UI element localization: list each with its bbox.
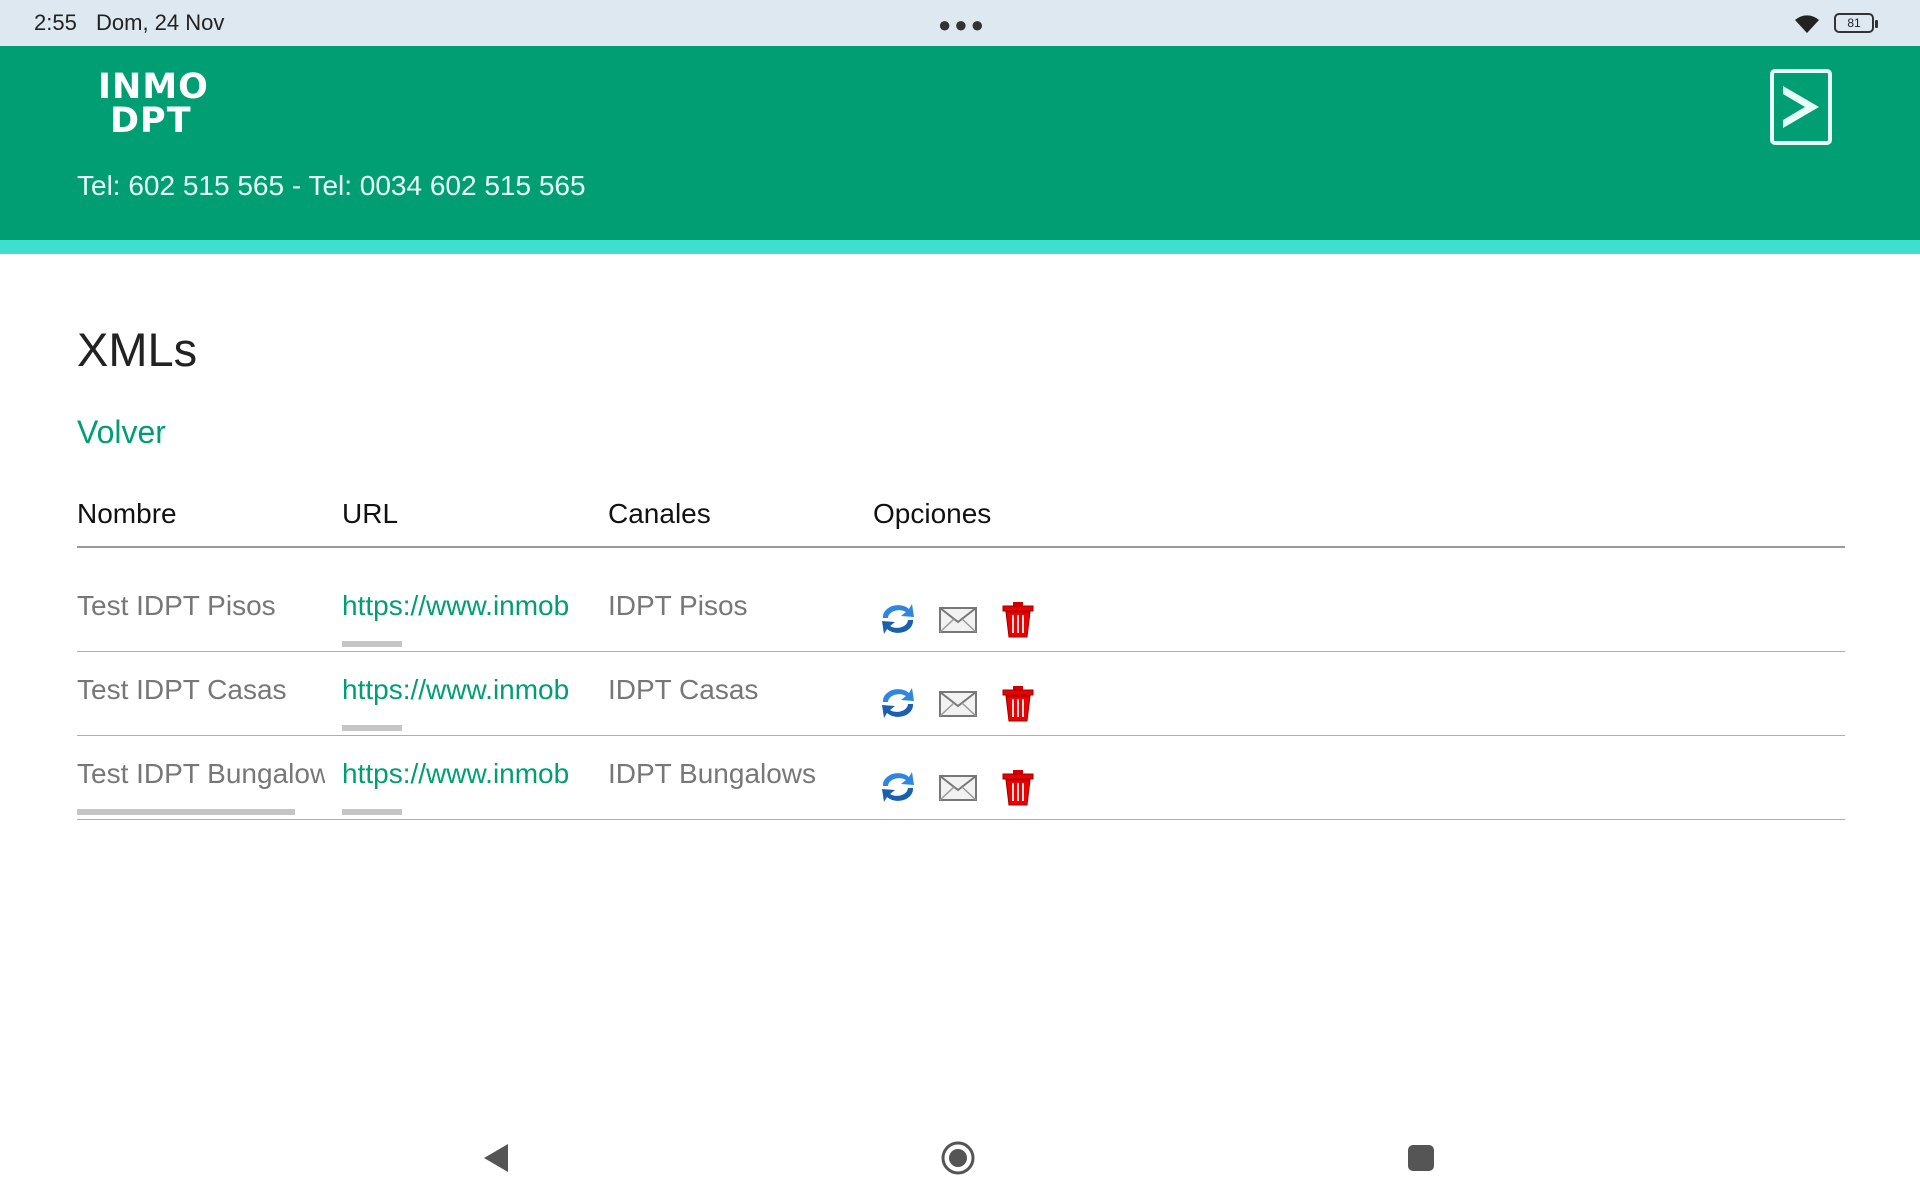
table-row: Test IDPT Casas https://www.inmob IDPT C… [77,652,1845,736]
row-name: Test IDPT Casas [77,674,287,705]
refresh-icon[interactable] [877,598,919,640]
mail-icon[interactable] [937,766,979,808]
trash-icon[interactable] [997,682,1039,724]
status-bar: 2:55 Dom, 24 Nov ●●● 81 [0,0,1920,46]
column-header-channels: Canales [608,498,711,529]
status-time: 2:55 [34,10,77,35]
text-selection-marker [342,809,402,815]
nav-back-icon[interactable] [482,1142,510,1174]
row-options [877,766,1039,808]
text-selection-marker [77,809,295,815]
logout-icon[interactable] [1769,68,1833,146]
header-stripe [0,240,1920,254]
refresh-icon[interactable] [877,766,919,808]
column-header-name: Nombre [77,498,177,529]
more-dots-icon[interactable]: ●●● [938,12,987,38]
row-channel: IDPT Casas [608,674,759,705]
nav-recent-apps-icon[interactable] [1408,1145,1434,1171]
row-name: Test IDPT Pisos [77,590,276,621]
row-options [877,598,1039,640]
row-options [877,682,1039,724]
nav-home-icon[interactable] [940,1140,976,1176]
mail-icon[interactable] [937,682,979,724]
battery-icon: 81 [1834,13,1878,33]
column-header-url: URL [342,498,399,529]
phone-numbers: Tel: 602 515 565 - Tel: 0034 602 515 565 [77,170,586,201]
table-row: Test IDPT Pisos https://www.inmob IDPT P… [77,568,1845,652]
table-row: Test IDPT Bungalow https://www.inmob IDP… [77,736,1845,820]
row-url-link[interactable]: https://www.inmob [342,758,590,790]
logo[interactable]: INMO DPT [98,70,209,141]
mail-icon[interactable] [937,598,979,640]
text-selection-marker [342,725,402,731]
row-url-link[interactable]: https://www.inmob [342,590,590,622]
app-header: INMO DPT Tel: 602 515 565 - Tel: 0034 60… [0,46,1920,240]
row-channel: IDPT Bungalows [608,758,817,789]
table-header: Nombre URL Canales Opciones [77,486,1845,548]
trash-icon[interactable] [997,598,1039,640]
row-channel: IDPT Pisos [608,590,748,621]
row-name: Test IDPT Bungalow [77,758,325,789]
back-link[interactable]: Volver [77,414,166,451]
column-header-options: Opciones [873,498,992,529]
trash-icon[interactable] [997,766,1039,808]
row-url-link[interactable]: https://www.inmob [342,674,590,706]
text-selection-marker [342,641,402,647]
status-date: Dom, 24 Nov [96,10,225,35]
logo-line2: DPT [110,101,192,141]
refresh-icon[interactable] [877,682,919,724]
wifi-icon [1795,15,1819,33]
page-title: XMLs [77,323,198,376]
xml-table: Nombre URL Canales Opciones Test IDPT Pi… [77,486,1845,820]
